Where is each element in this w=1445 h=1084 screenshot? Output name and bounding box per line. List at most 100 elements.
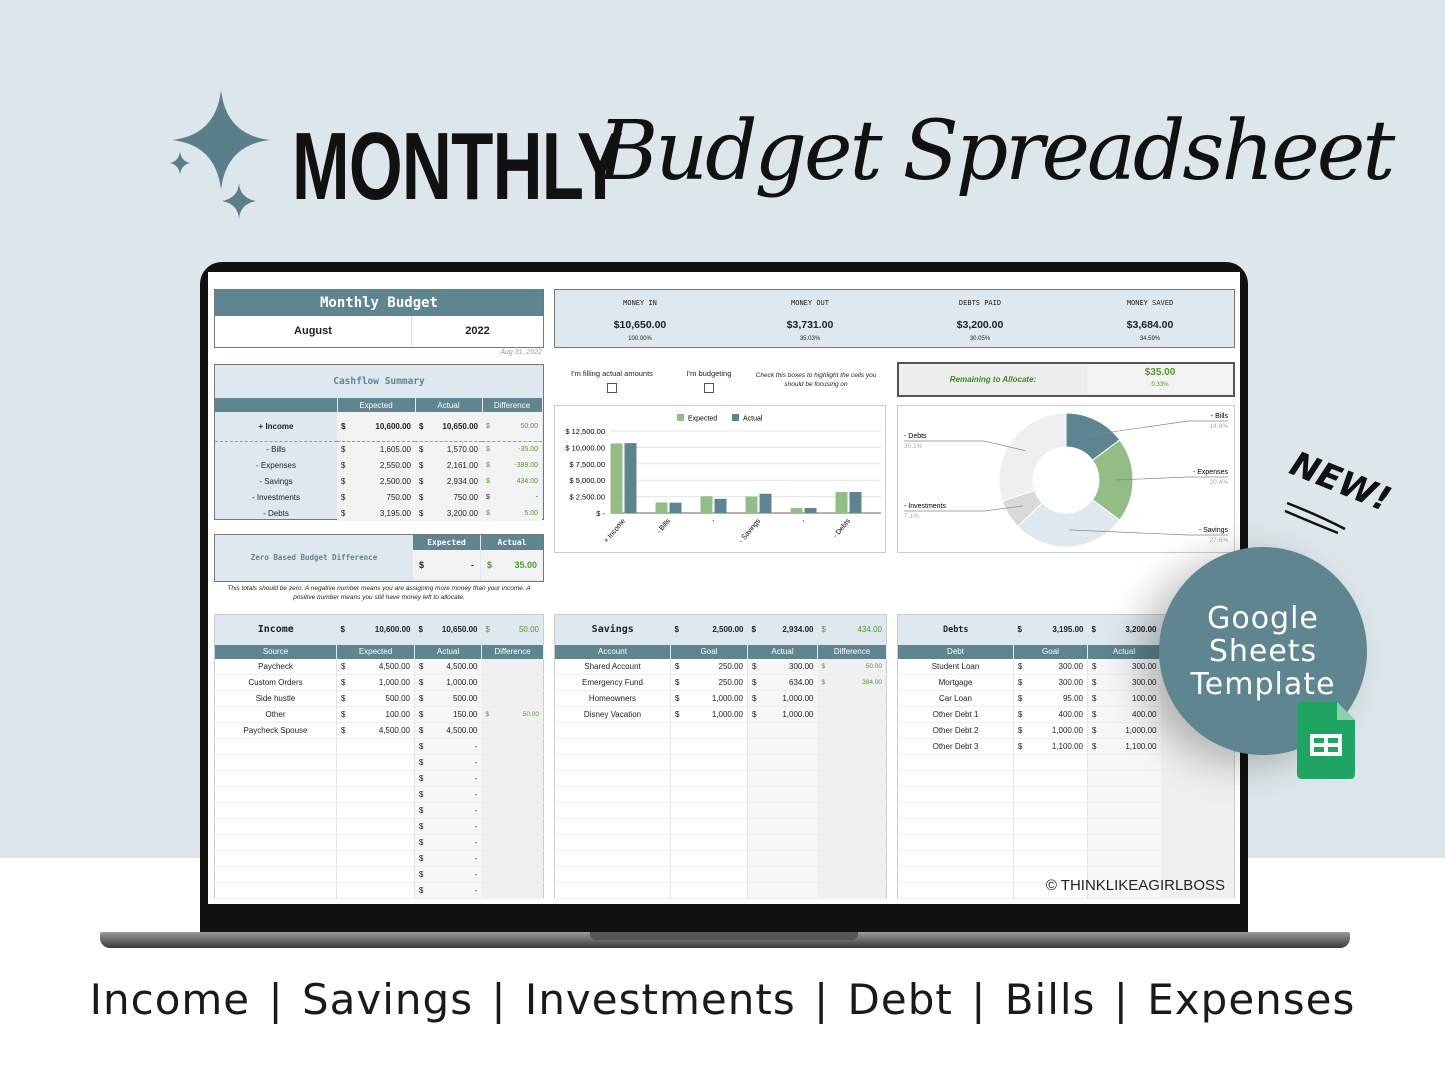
expected-cell[interactable]: [336, 818, 415, 835]
actual-cell[interactable]: $2,161.00: [415, 457, 482, 473]
expected-total[interactable]: $2,500.00: [671, 615, 748, 645]
expected-total[interactable]: $10,600.00: [337, 615, 415, 645]
expected-cell[interactable]: $100.00: [336, 706, 415, 723]
expected-cell[interactable]: $2,500.00: [337, 473, 415, 489]
actual-cell[interactable]: $100.00: [1087, 690, 1161, 707]
actual-cell[interactable]: [1087, 818, 1161, 835]
difference-cell[interactable]: [481, 770, 544, 787]
expected-cell[interactable]: [670, 754, 748, 771]
actual-cell[interactable]: [747, 850, 818, 867]
actual-cell[interactable]: $300.00: [1087, 674, 1161, 691]
difference-cell[interactable]: [1160, 834, 1235, 851]
row-name[interactable]: [554, 834, 671, 851]
difference-cell[interactable]: [817, 834, 887, 851]
difference-cell[interactable]: [481, 850, 544, 867]
row-name[interactable]: [214, 802, 337, 819]
row-name[interactable]: [897, 850, 1014, 867]
actual-cell[interactable]: [1087, 754, 1161, 771]
difference-cell[interactable]: [817, 882, 887, 899]
actual-cell[interactable]: $ -: [414, 738, 482, 755]
actual-cell[interactable]: $1,000.00: [747, 706, 818, 723]
actual-cell[interactable]: [747, 722, 818, 739]
row-name[interactable]: [214, 866, 337, 883]
filling-actual-checkbox[interactable]: [607, 383, 617, 393]
row-name[interactable]: Student Loan: [897, 658, 1014, 675]
row-name[interactable]: [214, 754, 337, 771]
row-name[interactable]: Mortgage: [897, 674, 1014, 691]
actual-cell[interactable]: [747, 834, 818, 851]
row-name[interactable]: [554, 754, 671, 771]
difference-cell[interactable]: [481, 738, 544, 755]
expected-cell[interactable]: $1,100.00: [1013, 738, 1088, 755]
difference-cell[interactable]: [1160, 770, 1235, 787]
row-name[interactable]: [214, 786, 337, 803]
difference-cell[interactable]: [481, 818, 544, 835]
expected-cell[interactable]: $400.00: [1013, 706, 1088, 723]
row-name[interactable]: Disney Vacation: [554, 706, 671, 723]
expected-cell[interactable]: $10,600.00: [337, 412, 415, 441]
row-name[interactable]: [897, 754, 1014, 771]
actual-cell[interactable]: $ -: [414, 882, 482, 899]
difference-cell[interactable]: [481, 882, 544, 899]
actual-cell[interactable]: $ -: [414, 754, 482, 771]
difference-cell[interactable]: [817, 690, 887, 707]
actual-cell[interactable]: $1,000.00: [1087, 722, 1161, 739]
year-cell[interactable]: 2022: [412, 316, 543, 346]
expected-cell[interactable]: [1013, 802, 1088, 819]
difference-cell[interactable]: [817, 802, 887, 819]
expected-cell[interactable]: $300.00: [1013, 658, 1088, 675]
expected-cell[interactable]: [670, 818, 748, 835]
expected-cell[interactable]: [336, 770, 415, 787]
actual-cell[interactable]: [1087, 786, 1161, 803]
difference-total[interactable]: $434.00: [818, 615, 887, 645]
actual-cell[interactable]: [747, 866, 818, 883]
row-name[interactable]: [554, 866, 671, 883]
row-name[interactable]: [554, 850, 671, 867]
expected-cell[interactable]: $1,000.00: [670, 690, 748, 707]
difference-cell[interactable]: [481, 802, 544, 819]
row-name[interactable]: [554, 802, 671, 819]
expected-cell[interactable]: $3,195.00: [337, 505, 415, 521]
expected-cell[interactable]: [1013, 850, 1088, 867]
expected-cell[interactable]: $250.00: [670, 658, 748, 675]
difference-cell[interactable]: [1160, 802, 1235, 819]
difference-cell[interactable]: [817, 818, 887, 835]
expected-cell[interactable]: [670, 882, 748, 899]
actual-cell[interactable]: [747, 738, 818, 755]
row-name[interactable]: [214, 882, 337, 899]
expected-cell[interactable]: [336, 786, 415, 803]
row-name[interactable]: [897, 786, 1014, 803]
difference-cell[interactable]: $ -389.00: [482, 457, 542, 473]
expected-cell[interactable]: [336, 738, 415, 755]
actual-cell[interactable]: [747, 882, 818, 899]
expected-cell[interactable]: [336, 866, 415, 883]
actual-cell[interactable]: $ -: [414, 818, 482, 835]
expected-cell[interactable]: [670, 786, 748, 803]
difference-cell[interactable]: [481, 722, 544, 739]
actual-total[interactable]: $10,650.00: [415, 615, 482, 645]
row-name[interactable]: [897, 866, 1014, 883]
actual-cell[interactable]: $ -: [414, 834, 482, 851]
actual-cell[interactable]: $1,570.00: [415, 441, 482, 457]
expected-cell[interactable]: $95.00: [1013, 690, 1088, 707]
row-name[interactable]: [897, 882, 1014, 899]
row-name[interactable]: [897, 802, 1014, 819]
expected-cell[interactable]: [1013, 834, 1088, 851]
row-name[interactable]: [554, 722, 671, 739]
actual-cell[interactable]: [1087, 802, 1161, 819]
difference-cell[interactable]: [481, 866, 544, 883]
expected-cell[interactable]: $300.00: [1013, 674, 1088, 691]
difference-cell[interactable]: [1160, 786, 1235, 803]
difference-cell[interactable]: [817, 722, 887, 739]
actual-cell[interactable]: $400.00: [1087, 706, 1161, 723]
difference-cell[interactable]: [817, 770, 887, 787]
row-name[interactable]: [554, 786, 671, 803]
expected-cell[interactable]: $1,000.00: [336, 674, 415, 691]
expected-cell[interactable]: [670, 738, 748, 755]
actual-cell[interactable]: $ -: [414, 850, 482, 867]
expected-cell[interactable]: [670, 850, 748, 867]
actual-cell[interactable]: $4,500.00: [414, 722, 482, 739]
budgeting-checkbox[interactable]: [704, 383, 714, 393]
difference-cell[interactable]: $5.00: [482, 505, 542, 521]
row-name[interactable]: [897, 818, 1014, 835]
